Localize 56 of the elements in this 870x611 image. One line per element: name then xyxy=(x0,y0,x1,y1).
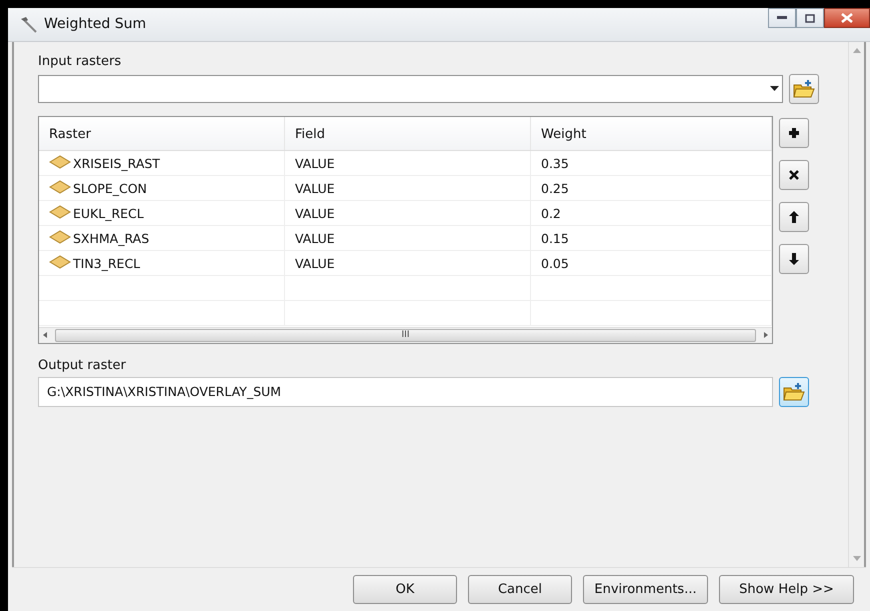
close-button[interactable] xyxy=(824,8,870,28)
ok-button[interactable]: OK xyxy=(353,575,457,604)
dropdown-arrow-icon xyxy=(770,86,779,92)
table-cell-text: SXHMA_RAS xyxy=(73,230,150,248)
move-down-button[interactable] xyxy=(779,244,809,274)
minimize-icon xyxy=(777,16,787,20)
table-cell-text: 0.05 xyxy=(541,254,569,272)
scroll-down-icon xyxy=(852,556,860,561)
table-cell-text: VALUE xyxy=(295,154,335,172)
field-label: Output raster xyxy=(38,356,127,374)
input-rasters-dropdown[interactable] xyxy=(38,74,783,102)
raster-layer-icon xyxy=(49,204,71,218)
column-header[interactable]: Field xyxy=(285,116,531,150)
folder-icon xyxy=(793,78,815,98)
scrollbar-thumb[interactable]: III xyxy=(55,328,756,342)
window-title: Weighted Sum xyxy=(44,15,146,34)
remove-button[interactable] xyxy=(779,160,809,190)
show-help-button[interactable]: Show Help >> xyxy=(719,575,854,604)
environments-button[interactable]: Environments... xyxy=(583,575,708,604)
move-up-button[interactable] xyxy=(779,202,809,232)
table-cell-text: XRISEIS_RAST xyxy=(73,154,160,173)
add-icon xyxy=(787,126,801,140)
table-cell-text: VALUE xyxy=(295,204,335,222)
output-raster-field[interactable]: G:\XRISTINA\XRISTINA\OVERLAY_SUM xyxy=(38,377,773,407)
table-cell-text: VALUE xyxy=(295,180,335,198)
column-header[interactable]: Weight xyxy=(531,116,772,150)
raster-layer-icon xyxy=(49,180,71,194)
table-cell-text: 0.2 xyxy=(541,204,561,222)
raster-layer-icon xyxy=(49,230,71,244)
scroll-up-icon xyxy=(852,48,860,53)
arrow-up-icon xyxy=(787,210,801,224)
browse-folder-button[interactable] xyxy=(789,74,819,104)
remove-icon xyxy=(787,168,801,182)
maximize-icon xyxy=(805,14,815,22)
raster-layer-icon xyxy=(49,154,71,168)
maximize-button[interactable] xyxy=(796,8,824,28)
field-label: Input rasters xyxy=(38,53,122,71)
column-header[interactable]: Raster xyxy=(39,116,285,150)
vertical-scrollbar[interactable] xyxy=(848,42,864,567)
table-cell-text: 0.15 xyxy=(541,230,569,248)
close-icon xyxy=(841,13,853,23)
table-cell-text: SLOPE_CON xyxy=(73,180,147,198)
minimize-button[interactable] xyxy=(768,8,796,28)
add-button[interactable] xyxy=(779,118,809,148)
cancel-button[interactable]: Cancel xyxy=(468,575,572,604)
table-cell-text: EUKL_RECL xyxy=(73,204,144,223)
table-cell-text: VALUE xyxy=(295,254,335,272)
table-cell-text: 0.35 xyxy=(541,154,569,172)
horizontal-scrollbar[interactable]: III xyxy=(39,326,772,342)
arrow-down-icon xyxy=(787,252,801,266)
table-cell-text: VALUE xyxy=(295,230,335,248)
table-cell-text: TIN3_RECL xyxy=(73,254,140,273)
table-cell-text: 0.25 xyxy=(541,180,569,198)
folder-icon xyxy=(783,382,805,402)
raster-layer-icon xyxy=(49,254,71,268)
browse-folder-button[interactable] xyxy=(779,377,809,407)
